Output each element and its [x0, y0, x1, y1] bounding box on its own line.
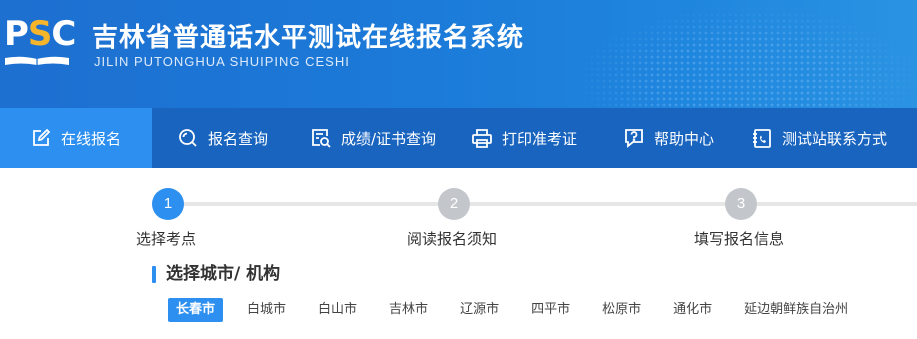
certificate-search-icon: [310, 127, 332, 149]
search-icon: [177, 127, 199, 149]
nav-item-label: 成绩/证书查询: [341, 129, 437, 148]
nav-print-admission-ticket[interactable]: 打印准考证: [456, 108, 611, 168]
logo-text: PSC: [4, 14, 76, 54]
nav-item-label: 帮助中心: [654, 129, 715, 148]
nav-score-certificate-query[interactable]: 成绩/证书查询: [295, 108, 456, 168]
city-option-tonghua[interactable]: 通化市: [665, 298, 720, 322]
step-2-label: 阅读报名须知: [407, 230, 498, 248]
step-connector: [470, 202, 727, 206]
step-3-circle: 3: [725, 188, 757, 220]
printer-icon: [471, 127, 493, 149]
city-option-baicheng[interactable]: 白城市: [239, 298, 294, 322]
book-icon: [5, 56, 69, 65]
registration-steps: 1 2 3 选择考点 阅读报名须知 填写报名信息: [0, 168, 917, 258]
city-option-siping[interactable]: 四平市: [523, 298, 578, 322]
city-option-changchun[interactable]: 长春市: [168, 298, 224, 322]
phone-contact-icon: [751, 127, 773, 149]
help-icon: [623, 127, 645, 149]
step-2-circle: 2: [438, 188, 470, 220]
nav-item-label: 报名查询: [208, 129, 269, 148]
city-option-songyuan[interactable]: 松原市: [594, 298, 649, 322]
psc-logo: PSC: [4, 14, 76, 70]
nav-registration-query[interactable]: 报名查询: [152, 108, 295, 168]
nav-test-site-contacts[interactable]: 测试站联系方式: [739, 108, 917, 168]
site-title: 吉林省普通话水平测试在线报名系统: [92, 23, 525, 53]
step-1-circle: 1: [152, 188, 184, 220]
header-banner: PSC 吉林省普通话水平测试在线报名系统 JILIN PUTONGHUA SHU…: [0, 0, 917, 108]
step-connector: [757, 202, 917, 206]
step-3-label: 填写报名信息: [694, 230, 785, 248]
city-selector: 长春市 白城市 白山市 吉林市 辽源市 四平市 松原市 通化市 延边朝鲜族自治州: [168, 298, 856, 322]
edit-icon: [30, 127, 52, 149]
step-connector: [184, 202, 440, 206]
site-subtitle: JILIN PUTONGHUA SHUIPING CESHI: [94, 54, 350, 69]
city-option-yanbian[interactable]: 延边朝鲜族自治州: [736, 298, 856, 322]
step-1-label: 选择考点: [136, 230, 197, 248]
city-option-jilin[interactable]: 吉林市: [381, 298, 436, 322]
dotted-map-decoration: [517, 0, 917, 108]
main-nav: 在线报名 报名查询 成绩/证书查询 打印准考证 帮助中心 测试站联系方式: [0, 108, 917, 168]
city-option-liaoyuan[interactable]: 辽源市: [452, 298, 507, 322]
nav-online-registration[interactable]: 在线报名: [0, 108, 152, 168]
city-option-baishan[interactable]: 白山市: [310, 298, 365, 322]
nav-item-label: 在线报名: [61, 129, 122, 148]
section-title: 选择城市/ 机构: [152, 263, 280, 285]
nav-item-label: 测试站联系方式: [782, 129, 888, 148]
nav-help-center[interactable]: 帮助中心: [611, 108, 739, 168]
nav-item-label: 打印准考证: [502, 129, 578, 148]
